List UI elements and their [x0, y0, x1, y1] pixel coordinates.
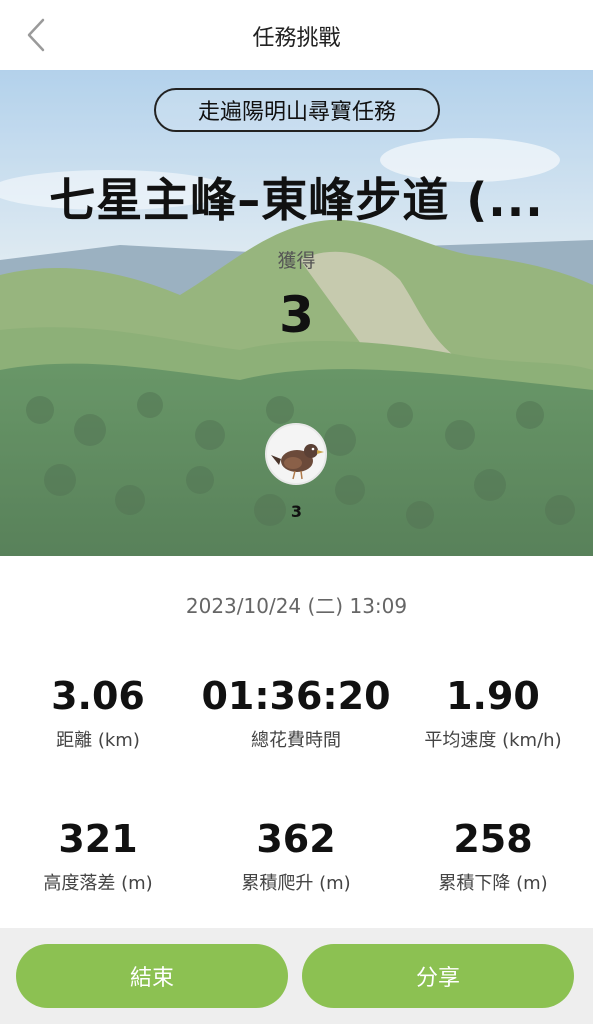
stat-label: 總花費時間 — [251, 730, 341, 751]
stat-total-ascent: 362 累積爬升 (m) — [196, 815, 396, 895]
stat-label: 距離 (km) — [56, 730, 140, 751]
stat-elevation-difference: 321 高度落差 (m) — [0, 815, 198, 895]
page-title: 任務挑戰 — [252, 26, 341, 51]
badge-count: 3 — [290, 502, 303, 521]
stat-total-time: 01:36:20 總花費時間 — [196, 672, 396, 752]
footer-actions: 結束 分享 — [0, 928, 593, 1024]
stat-value: 321 — [58, 817, 138, 861]
stat-average-speed: 1.90 平均速度 (km/h) — [393, 672, 593, 752]
hero-banner: 走遍陽明山尋寶任務 七星主峰–東峰步道 (... 獲得 3 3 — [0, 70, 593, 556]
stat-value: 1.90 — [446, 674, 540, 718]
mission-name-badge: 走遍陽明山尋寶任務 — [154, 88, 440, 132]
share-button[interactable]: 分享 — [302, 944, 574, 1008]
gain-label: 獲得 — [277, 250, 316, 272]
bird-badge[interactable] — [265, 423, 327, 485]
end-button[interactable]: 結束 — [16, 944, 288, 1008]
trail-name: 七星主峰–東峰步道 (... — [49, 173, 544, 227]
stat-distance: 3.06 距離 (km) — [0, 672, 198, 752]
stat-value: 362 — [256, 817, 336, 861]
stat-value: 258 — [453, 817, 533, 861]
top-bar: 任務挑戰 — [0, 0, 593, 70]
stat-label: 累積爬升 (m) — [241, 873, 351, 894]
record-datetime: 2023/10/24 (二) 13:09 — [185, 594, 408, 618]
stat-value: 01:36:20 — [201, 674, 391, 718]
gain-count: 3 — [279, 286, 314, 344]
stat-total-descent: 258 累積下降 (m) — [393, 815, 593, 895]
stat-value: 3.06 — [51, 674, 145, 718]
stat-label: 累積下降 (m) — [438, 873, 548, 894]
stat-label: 高度落差 (m) — [43, 873, 153, 894]
stat-label: 平均速度 (km/h) — [424, 730, 562, 751]
